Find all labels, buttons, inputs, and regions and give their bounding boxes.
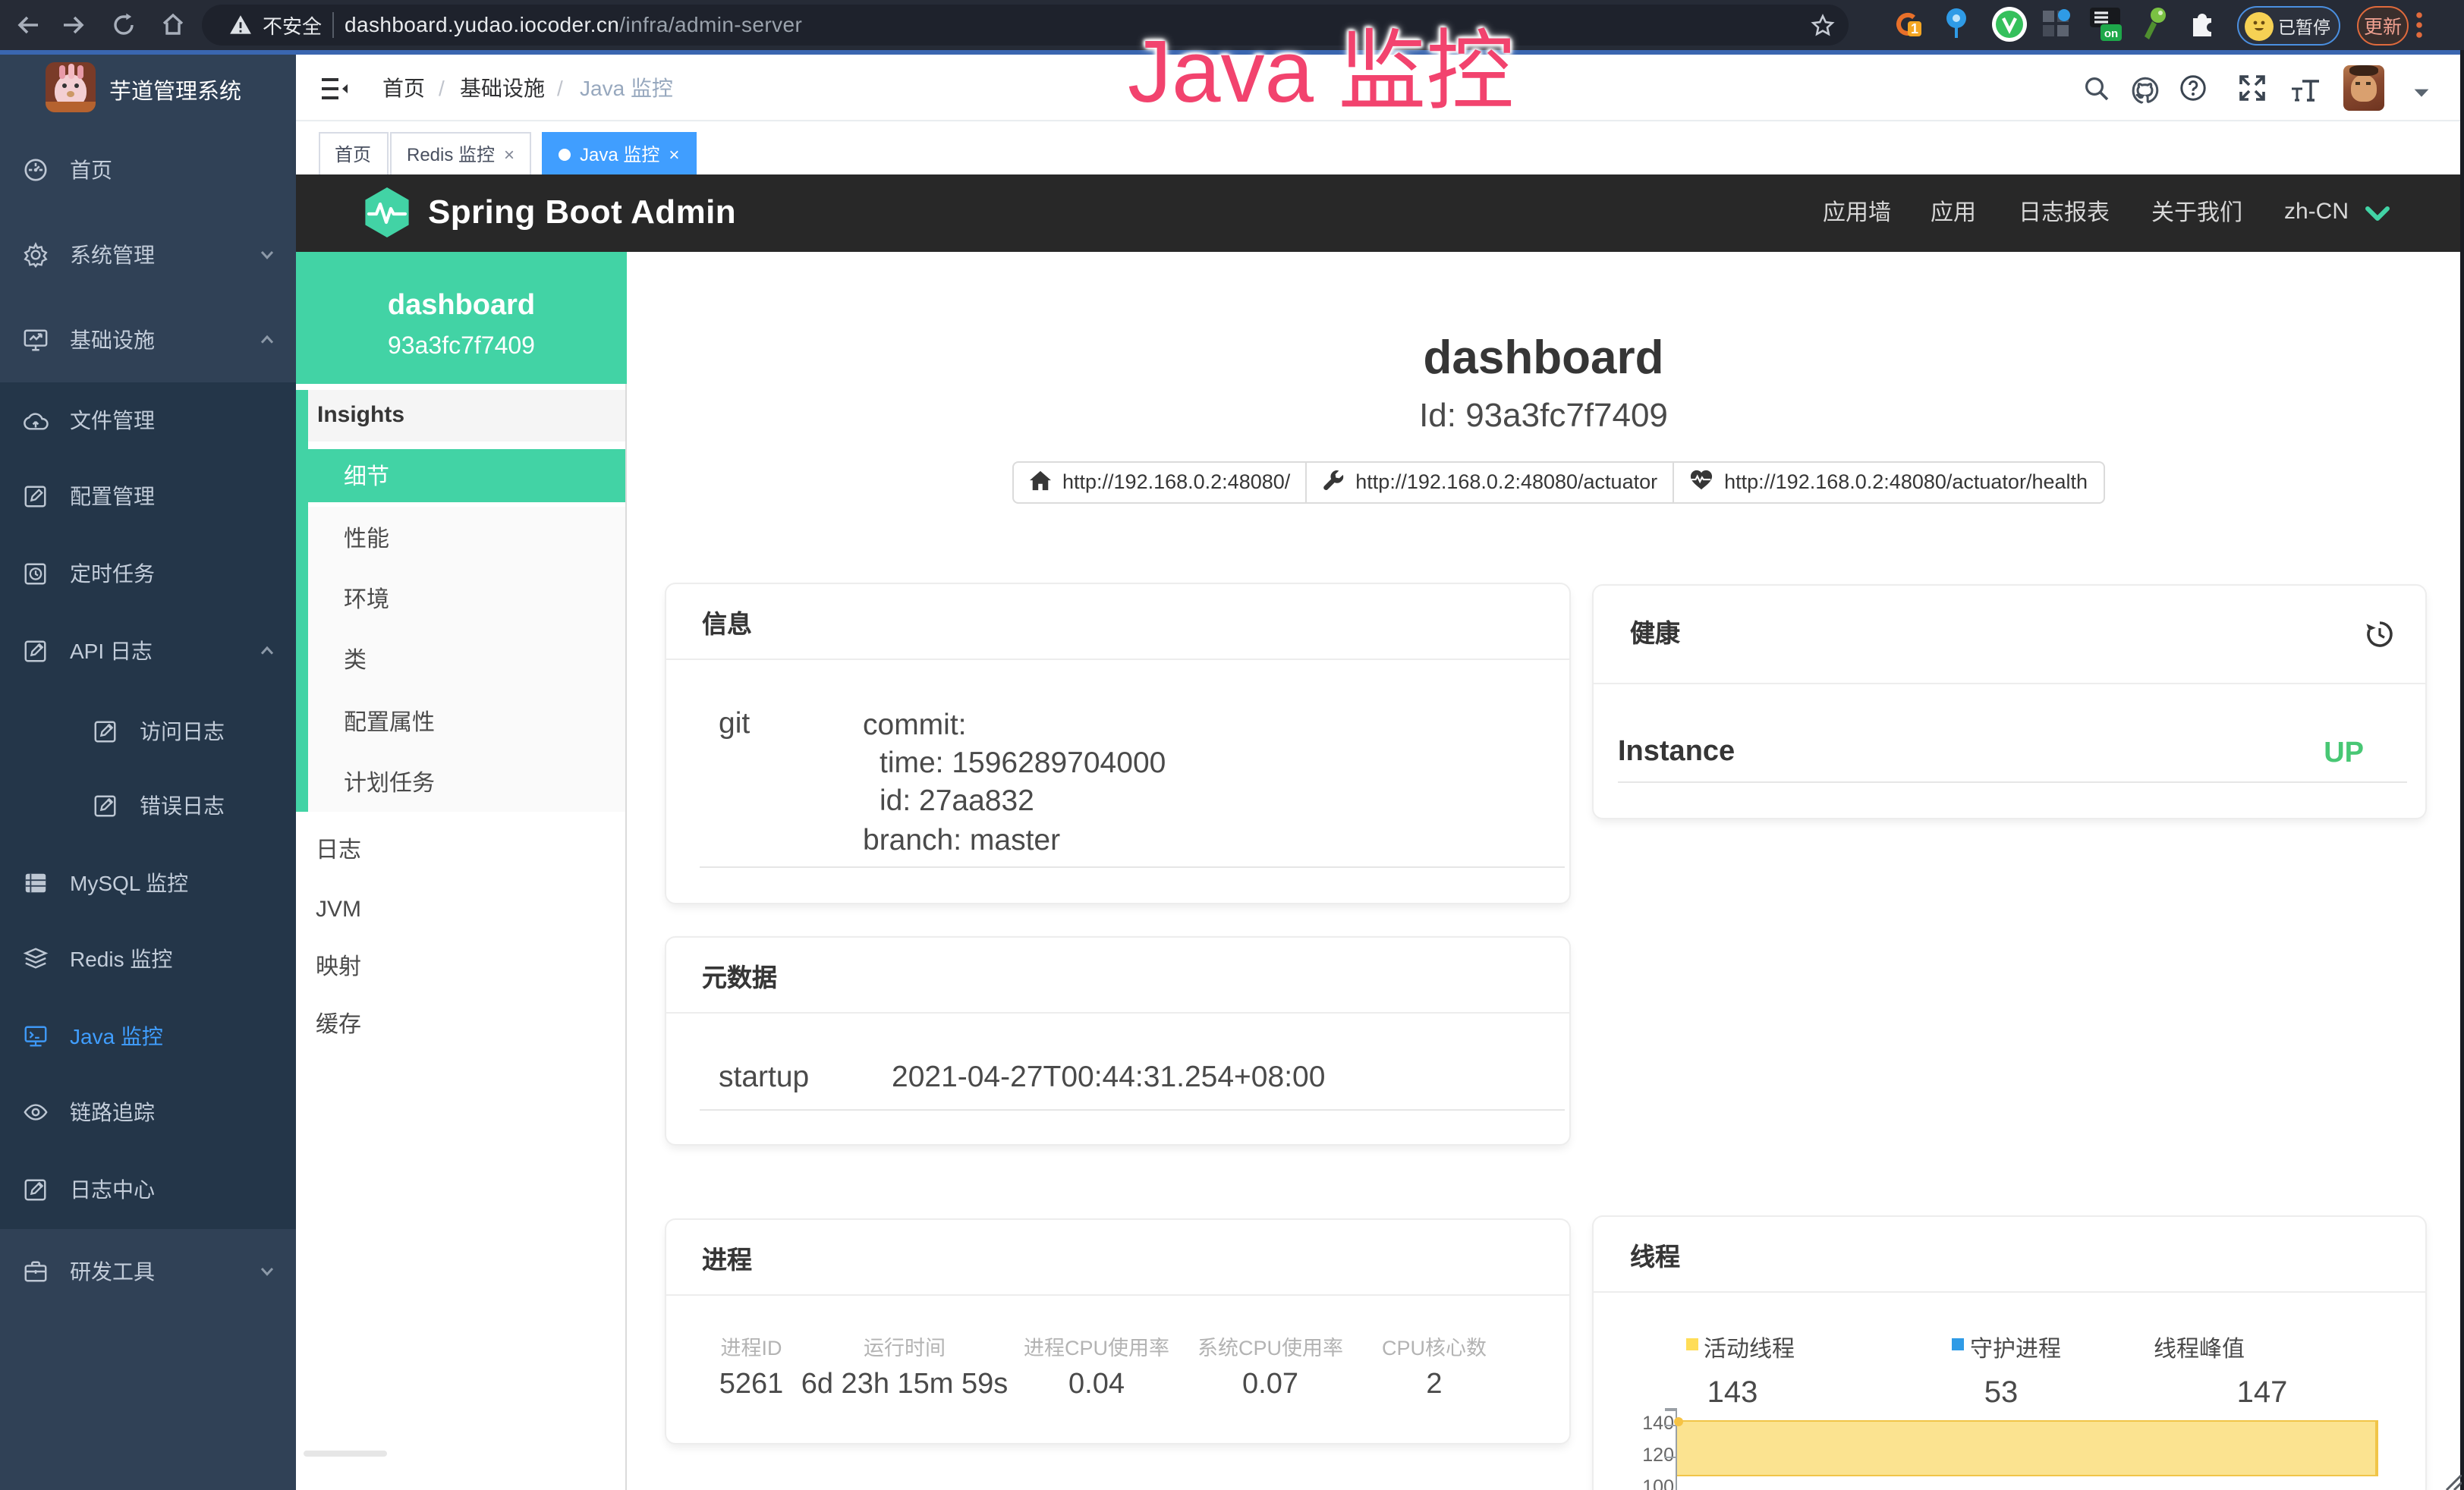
svg-text:on: on xyxy=(2104,27,2118,40)
